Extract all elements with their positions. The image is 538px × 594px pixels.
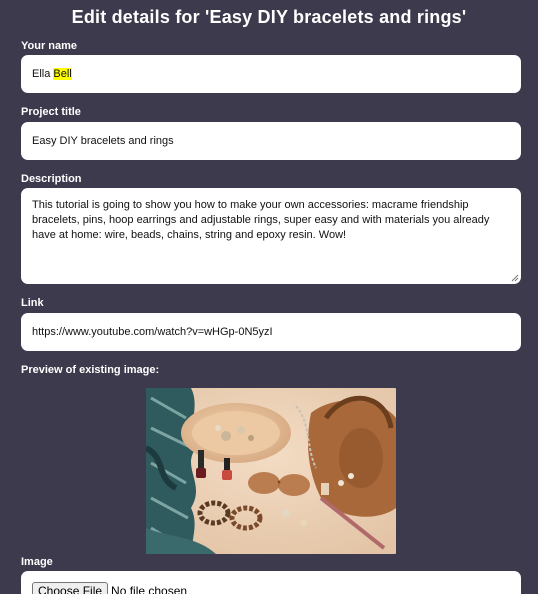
description-label: Description xyxy=(21,173,82,185)
name-first: Ella xyxy=(32,68,54,80)
link-value: https://www.youtube.com/watch?v=wHGp-0N5… xyxy=(32,326,273,338)
edit-project-form: Edit details for 'Easy DIY bracelets and… xyxy=(0,0,538,594)
choose-file-button[interactable]: Choose File xyxy=(32,582,109,594)
accessories-photo xyxy=(146,388,396,554)
project-title-label: Project title xyxy=(21,106,81,118)
description-textarea[interactable]: This tutorial is going to show you how t… xyxy=(21,188,521,284)
page-title: Edit details for 'Easy DIY bracelets and… xyxy=(71,7,467,27)
image-file-input[interactable]: Choose File No file chosen xyxy=(21,571,521,594)
name-label: Your name xyxy=(21,40,78,52)
preview-image xyxy=(146,388,396,554)
description-value: This tutorial is going to show you how t… xyxy=(32,199,490,241)
project-title-input[interactable]: Easy DIY bracelets and rings xyxy=(21,122,521,160)
name-highlight: Bell xyxy=(53,68,72,80)
link-label: Link xyxy=(21,297,44,309)
preview-label: Preview of existing image: xyxy=(21,364,160,376)
resize-handle-icon[interactable] xyxy=(511,274,519,282)
link-input[interactable]: https://www.youtube.com/watch?v=wHGp-0N5… xyxy=(21,313,521,351)
project-title-value: Easy DIY bracelets and rings xyxy=(32,135,174,147)
name-input[interactable]: Ella Bell xyxy=(21,55,521,93)
image-label: Image xyxy=(21,556,53,568)
file-status: No file chosen xyxy=(111,584,188,594)
